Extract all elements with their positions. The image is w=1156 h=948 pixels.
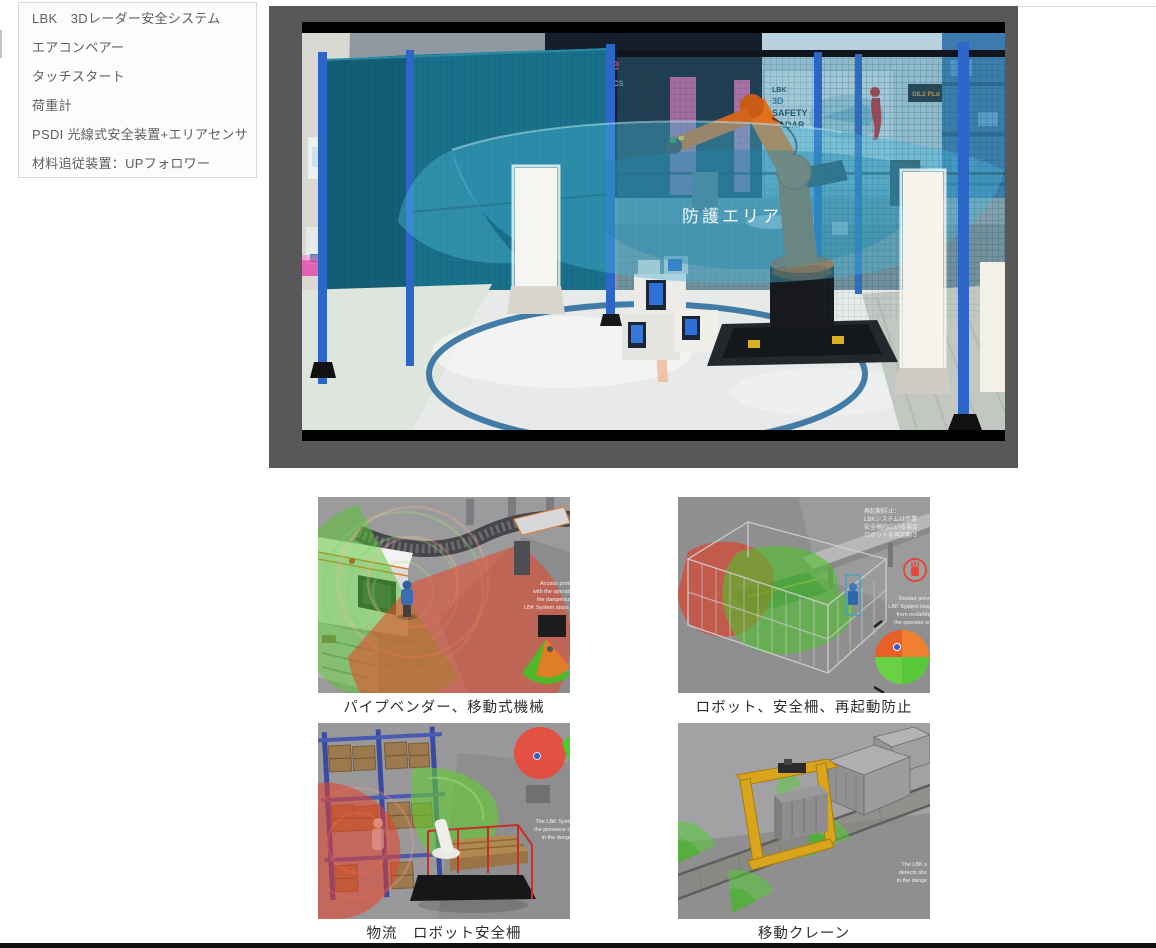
page-edge-artifact xyxy=(0,30,2,58)
sidebar-item-psdi-sensor[interactable]: PSDI 光線式安全装置+エリアセンサ xyxy=(19,120,256,149)
svg-text:in the dange: in the dange xyxy=(542,835,570,841)
video-frame[interactable]: P-ecise Mechatronics LBK 3D SAFETY RADAR… xyxy=(302,22,1005,441)
sidebar-menu: LBK 3Dレーダー安全システム エアコンベアー タッチスタート 荷重計 PSD… xyxy=(18,2,257,178)
annotation-text: The LBK s detects obs in the dange xyxy=(897,862,928,884)
svg-text:the presence of: the presence of xyxy=(534,827,570,833)
thumbnail-pipe-bender-image: Access prote with the operato the danger… xyxy=(318,497,570,693)
protection-area-label: 防護エリア xyxy=(682,207,782,226)
sidebar-item-touch-start[interactable]: タッチスタート xyxy=(19,62,256,91)
video-player[interactable]: P-ecise Mechatronics LBK 3D SAFETY RADAR… xyxy=(269,6,1018,468)
svg-text:Restart preve: Restart preve xyxy=(899,596,930,602)
content-divider-line xyxy=(1018,6,1156,7)
sidebar-menu-list: LBK 3Dレーダー安全システム エアコンベアー タッチスタート 荷重計 PSD… xyxy=(19,3,256,178)
svg-text:LBK System stops t: LBK System stops t xyxy=(524,605,570,611)
stop-hand-icon xyxy=(904,559,926,581)
svg-text:The LBK Syste: The LBK Syste xyxy=(535,819,570,825)
svg-text:the dangerous: the dangerous xyxy=(537,597,570,603)
thumbnail-caption: ロボット、安全柵、再起動防止 xyxy=(678,696,930,717)
thumbnail-pipe-bender: Access prote with the operato the danger… xyxy=(318,497,570,717)
sidebar-item-lbk-3d-radar[interactable]: LBK 3Dレーダー安全システム xyxy=(19,4,256,33)
svg-text:with the operato: with the operato xyxy=(532,589,570,595)
thumbnail-caption: 物流 ロボット安全柵 xyxy=(318,922,570,943)
page-bottom-bar xyxy=(0,943,1156,948)
sidebar-item-load-meter[interactable]: 荷重計 xyxy=(19,91,256,120)
person-silhouette xyxy=(372,818,384,850)
svg-text:Access prote: Access prote xyxy=(540,581,570,587)
svg-text:The LBK s: The LBK s xyxy=(901,862,927,868)
svg-text:in the dange: in the dange xyxy=(897,878,927,884)
svg-text:the operator is i: the operator is i xyxy=(894,620,930,626)
exhibit-photo: P-ecise Mechatronics LBK 3D SAFETY RADAR… xyxy=(302,22,1005,441)
sidebar-item-air-conveyor[interactable]: エアコンベアー xyxy=(19,33,256,62)
photo-content: P-ecise Mechatronics LBK 3D SAFETY RADAR… xyxy=(302,33,1005,441)
svg-text:再起動防止：: 再起動防止： xyxy=(864,507,900,515)
thumbnail-caption: 移動クレーン xyxy=(678,922,930,943)
thumbnail-robot-fence-image: 再起動防止： LBKシステムは作業 安全柵内にいる場合 ロボットを再起動さ Re… xyxy=(678,497,930,693)
thumbnail-robot-fence: 再起動防止： LBKシステムは作業 安全柵内にいる場合 ロボットを再起動さ Re… xyxy=(678,497,930,717)
thumbnail-logistics-image: The LBK Syste the presence of in the dan… xyxy=(318,723,570,919)
svg-text:LBKシステムは作業: LBKシステムは作業 xyxy=(864,515,917,523)
thumbnail-mobile-crane-image: The LBK s detects obs in the dange xyxy=(678,723,930,919)
svg-text:from restarting: from restarting xyxy=(897,612,930,618)
thumbnail-logistics: The LBK Syste the presence of in the dan… xyxy=(318,723,570,943)
svg-text:安全柵内にいる場合: 安全柵内にいる場合 xyxy=(864,523,918,531)
thumbnail-caption: パイプベンダー、移動式機械 xyxy=(318,696,570,717)
svg-text:LBK System keep: LBK System keep xyxy=(888,604,930,610)
page-root: { "sidebar": { "items": [ { "label": "LB… xyxy=(0,0,1156,948)
svg-text:ロボットを再起動さ: ロボットを再起動さ xyxy=(864,531,918,539)
sidebar-item-up-follower[interactable]: 材料追従装置：UPフォロワー xyxy=(19,149,256,178)
svg-text:detects obs: detects obs xyxy=(899,870,927,876)
thumbnail-mobile-crane: The LBK s detects obs in the dange 移動クレー… xyxy=(678,723,930,943)
